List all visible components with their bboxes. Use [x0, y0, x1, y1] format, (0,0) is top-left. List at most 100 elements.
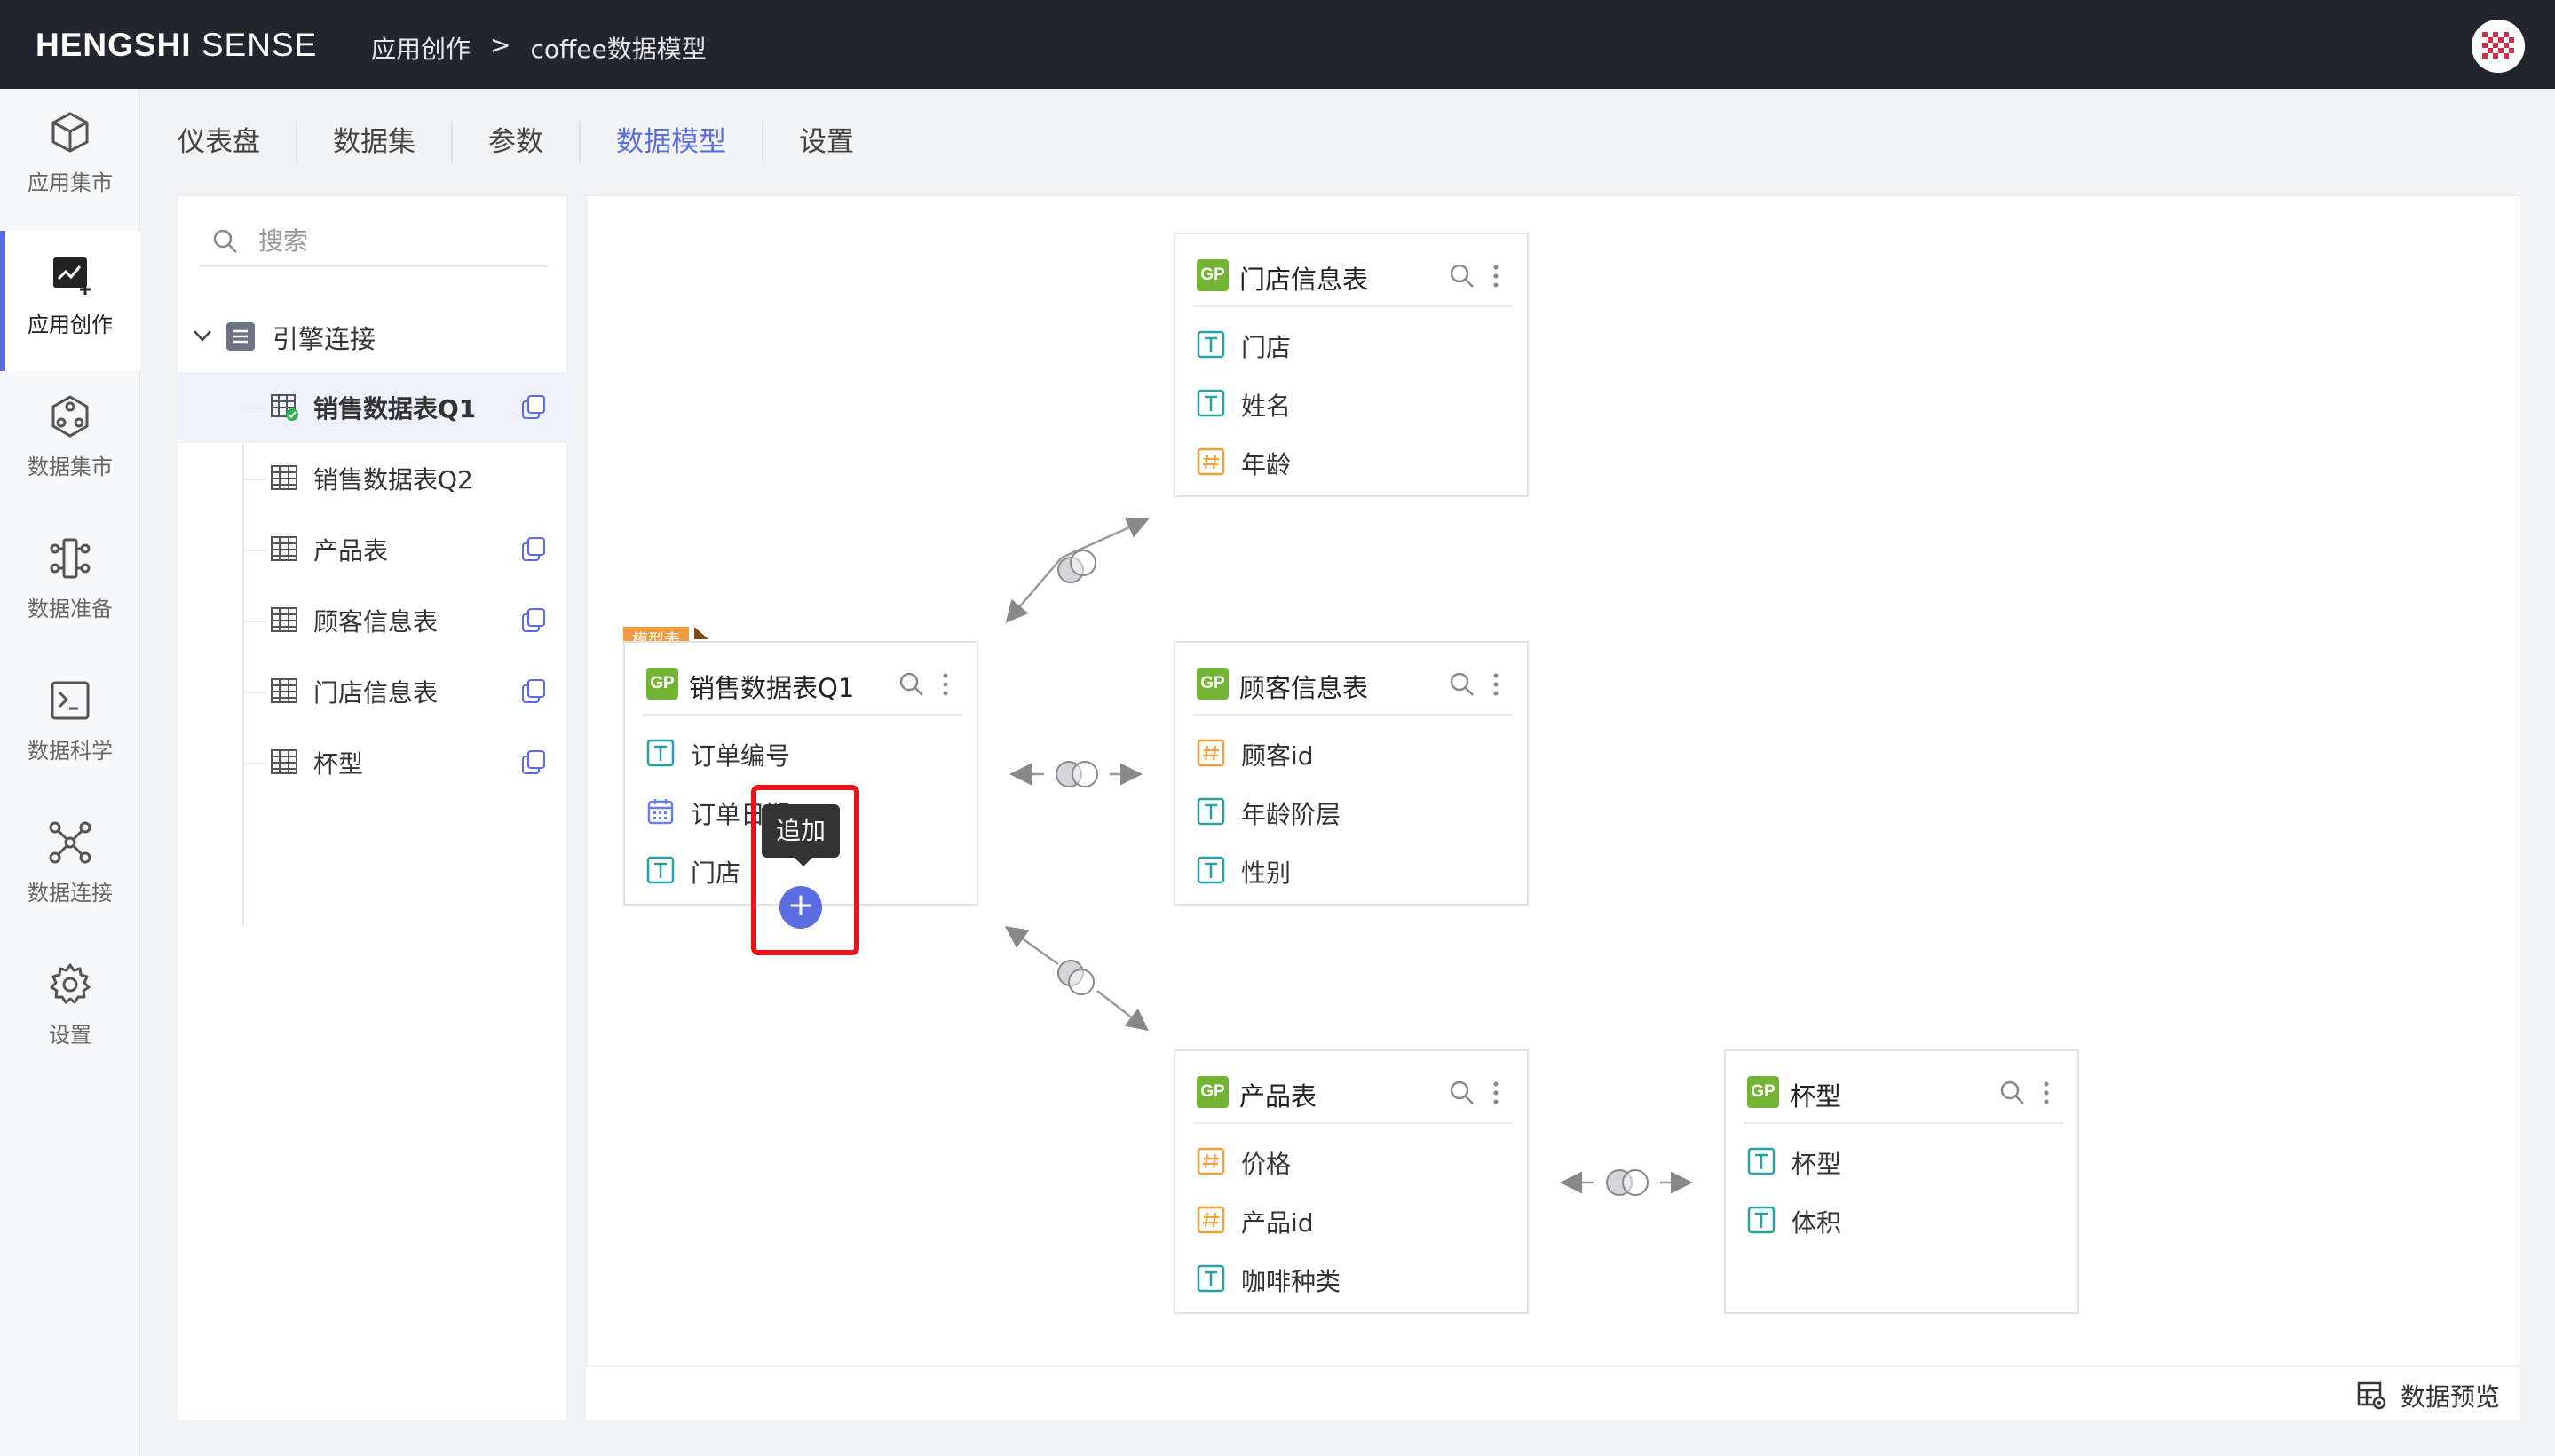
terminal-icon: [51, 681, 90, 720]
tree-item-cup[interactable]: 杯型: [178, 727, 569, 798]
field-row[interactable]: 产品id: [1193, 1199, 1513, 1243]
more-vertical-icon[interactable]: [1490, 669, 1502, 700]
search-input[interactable]: [258, 223, 534, 258]
card-header: GP 门店信息表: [1193, 252, 1513, 307]
breadcrumb-current: coffee数据模型: [530, 35, 707, 64]
field-name: 订单编号: [691, 741, 791, 771]
field-row[interactable]: 咖啡种类: [1193, 1257, 1513, 1302]
data-prep-icon: [50, 538, 91, 579]
text-type-icon: [646, 856, 675, 884]
copy-icon[interactable]: [519, 393, 548, 422]
copy-icon[interactable]: [519, 677, 548, 706]
more-vertical-icon[interactable]: [1490, 1078, 1502, 1108]
network-icon: [49, 821, 91, 864]
card-header: GP 杯型: [1744, 1069, 2063, 1124]
field-name: 门店: [691, 859, 741, 888]
brand-logo[interactable]: HENGSHI SENSE: [36, 27, 317, 64]
module-tabs: 仪表盘 数据集 参数 数据模型 设置: [178, 115, 890, 169]
tree-item-label: 杯型: [313, 749, 364, 779]
copy-icon[interactable]: [519, 748, 548, 777]
cube-icon: [51, 112, 89, 153]
table-card-customer[interactable]: GP 顾客信息表 顾客id 年龄阶层 性别: [1174, 641, 1529, 906]
field-row[interactable]: 价格: [1193, 1140, 1513, 1184]
card-title: 顾客信息表: [1239, 673, 1369, 703]
number-type-icon: [1197, 1147, 1225, 1175]
nav-data-science[interactable]: 数据科学: [0, 657, 140, 797]
nav-data-connect[interactable]: 数据连接: [0, 799, 140, 939]
canvas-footer: 数据预览: [586, 1365, 2519, 1420]
tab-settings[interactable]: 设置: [763, 121, 890, 163]
nav-data-prep[interactable]: 数据准备: [0, 515, 140, 655]
tab-dashboard[interactable]: 仪表盘: [178, 121, 297, 163]
calendar-icon: [647, 799, 674, 825]
nav-app-create[interactable]: 应用创作: [0, 231, 140, 371]
search-icon[interactable]: [1449, 671, 1475, 698]
field-row[interactable]: 顾客id: [1193, 732, 1513, 776]
field-row[interactable]: 门店: [1193, 323, 1513, 368]
data-preview-label: 数据预览: [2400, 1382, 2500, 1412]
tree-item-product[interactable]: 产品表: [178, 514, 569, 585]
search-icon[interactable]: [1999, 1080, 2026, 1106]
field-row[interactable]: 年龄: [1193, 440, 1513, 485]
nav-data-market[interactable]: 数据集市: [0, 373, 140, 513]
tab-dataset[interactable]: 数据集: [297, 121, 453, 163]
tree-root-engine[interactable]: 引擎连接: [178, 301, 569, 372]
nav-app-market[interactable]: 应用集市: [0, 89, 140, 229]
table-card-product[interactable]: GP 产品表 价格 产品id 咖啡种类: [1174, 1049, 1529, 1314]
tree-branch: [242, 479, 267, 480]
table-icon: [271, 749, 297, 774]
gp-badge: GP: [1197, 259, 1229, 291]
table-card-store[interactable]: GP 门店信息表 门店 姓名 年龄: [1174, 233, 1529, 497]
text-type-icon: [1197, 1264, 1225, 1293]
more-vertical-icon[interactable]: [1490, 261, 1502, 291]
field-row[interactable]: 杯型: [1744, 1140, 2063, 1184]
search-box: [200, 214, 548, 267]
text-type-icon: [1197, 856, 1225, 884]
tab-parameters[interactable]: 参数: [453, 121, 581, 163]
tree-item-store[interactable]: 门店信息表: [178, 656, 569, 727]
database-icon: [226, 322, 255, 351]
tree-item-sales-q2[interactable]: 销售数据表Q2: [178, 443, 569, 514]
field-name: 杯型: [1792, 1150, 1842, 1179]
field-row[interactable]: 体积: [1744, 1199, 2063, 1243]
field-row[interactable]: 订单编号: [643, 732, 962, 776]
copy-icon[interactable]: [519, 535, 548, 564]
tree-item-label: 销售数据表Q1: [313, 394, 477, 423]
gear-icon: [50, 963, 91, 1004]
field-row[interactable]: 性别: [1193, 849, 1513, 893]
top-bar: HENGSHI SENSE 应用创作 > coffee数据模型: [0, 0, 2555, 89]
table-card-cup[interactable]: GP 杯型 杯型 体积: [1724, 1049, 2079, 1314]
tree-branch: [242, 621, 267, 622]
user-avatar[interactable]: [2472, 20, 2525, 73]
tree-item-sales-q1[interactable]: 销售数据表Q1: [178, 372, 569, 443]
more-vertical-icon[interactable]: [2040, 1078, 2053, 1108]
tree-branch: [242, 550, 267, 551]
field-name: 顾客id: [1241, 741, 1314, 771]
search-icon[interactable]: [1449, 263, 1475, 289]
breadcrumb-app-create[interactable]: 应用创作: [371, 30, 471, 66]
nav-settings[interactable]: 设置: [0, 941, 140, 1081]
chevron-down-icon[interactable]: [189, 322, 216, 349]
table-preview-icon: [2357, 1381, 2386, 1410]
card-header: GP 销售数据表Q1: [643, 661, 962, 716]
tab-data-model[interactable]: 数据模型: [581, 121, 763, 163]
field-row[interactable]: 年龄阶层: [1193, 790, 1513, 835]
number-type-icon: [1197, 447, 1225, 476]
tree-branch: [242, 408, 267, 409]
card-title: 销售数据表Q1: [689, 673, 855, 703]
search-icon[interactable]: [1449, 1080, 1475, 1106]
more-vertical-icon[interactable]: [939, 669, 952, 700]
field-row[interactable]: 姓名: [1193, 382, 1513, 426]
card-title: 门店信息表: [1239, 265, 1369, 295]
highlight-box: [751, 785, 859, 955]
copy-icon[interactable]: [519, 606, 548, 635]
data-preview-button[interactable]: 数据预览: [2356, 1378, 2500, 1413]
dataset-sidebar: 引擎连接 销售数据表Q1 销售数据表Q2 产品表 顾客信息表 门店信息表 杯型: [178, 195, 569, 1420]
gp-badge: GP: [1197, 668, 1229, 700]
tree-item-customer[interactable]: 顾客信息表: [178, 585, 569, 656]
gp-badge: GP: [646, 668, 678, 700]
table-icon: [271, 607, 297, 632]
breadcrumb-separator: >: [490, 30, 511, 59]
search-icon[interactable]: [898, 671, 925, 698]
breadcrumb: 应用创作 > coffee数据模型: [371, 30, 707, 66]
